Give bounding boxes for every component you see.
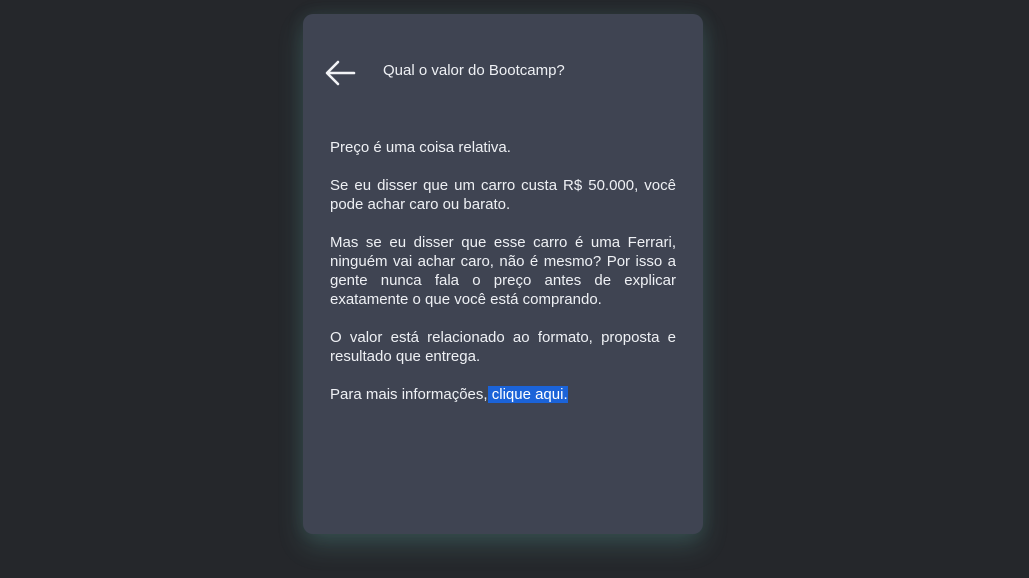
more-info-paragraph: Para mais informações, clique aqui. bbox=[330, 385, 676, 404]
paragraph-1: Preço é uma coisa relativa. bbox=[330, 139, 511, 156]
back-button[interactable] bbox=[323, 58, 357, 88]
faq-card: Qual o valor do Bootcamp? Preço é uma co… bbox=[303, 14, 703, 534]
paragraph-3: Mas se eu disser que esse carro é uma Fe… bbox=[330, 234, 676, 308]
paragraph-4: O valor está relacionado ao formato, pro… bbox=[330, 329, 676, 365]
page-title: Qual o valor do Bootcamp? bbox=[383, 62, 565, 79]
arrow-left-icon bbox=[325, 60, 356, 86]
answer-text: Preço é uma coisa relativa. Se eu disser… bbox=[330, 138, 676, 423]
click-here-link[interactable]: clique aqui. bbox=[487, 386, 568, 403]
page: Qual o valor do Bootcamp? Preço é uma co… bbox=[0, 0, 1029, 578]
more-info-prefix: Para mais informações, bbox=[330, 386, 488, 403]
card-header: Qual o valor do Bootcamp? bbox=[303, 14, 703, 134]
paragraph-2: Se eu disser que um carro custa R$ 50.00… bbox=[330, 177, 676, 213]
